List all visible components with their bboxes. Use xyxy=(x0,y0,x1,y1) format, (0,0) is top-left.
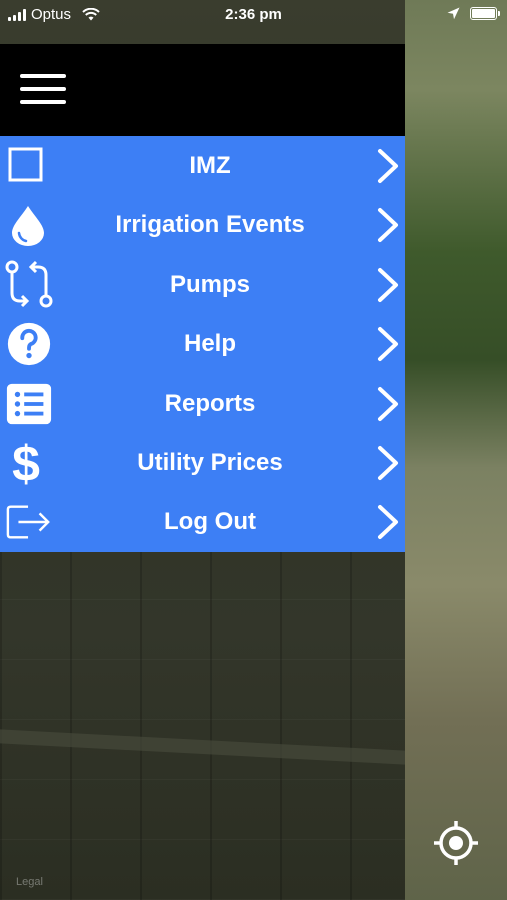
menu-item-label: Irrigation Events xyxy=(115,211,305,239)
drawer-header xyxy=(0,44,405,136)
menu-item-irrigation-events[interactable]: Irrigation Events xyxy=(0,195,405,254)
chevron-right-icon xyxy=(378,327,398,362)
chevron-right-icon xyxy=(378,208,398,243)
chevron-right-icon xyxy=(378,505,398,540)
drawer-menu: IMZ Irrigation Events Pumps Help Reports… xyxy=(0,136,405,552)
menu-item-label: Pumps xyxy=(169,270,250,298)
menu-item-label: Log Out xyxy=(164,508,256,536)
chevron-right-icon xyxy=(378,386,398,421)
location-arrow-icon xyxy=(447,7,460,20)
menu-item-help[interactable]: Help xyxy=(0,314,405,373)
menu-item-pumps[interactable]: Pumps xyxy=(0,255,405,314)
chevron-right-icon xyxy=(378,445,398,480)
menu-item-label: Help xyxy=(183,330,236,358)
chevron-right-icon xyxy=(378,267,398,302)
menu-item-reports[interactable]: Reports xyxy=(0,374,405,433)
menu-item-imz[interactable]: IMZ xyxy=(0,136,405,195)
navigation-drawer: IMZ Irrigation Events Pumps Help Reports… xyxy=(0,0,405,552)
map-fields xyxy=(0,552,405,900)
chevron-right-icon xyxy=(378,149,398,183)
map-legal-link[interactable]: Legal xyxy=(16,876,43,888)
hamburger-menu-button[interactable] xyxy=(20,72,66,106)
menu-item-utility-prices[interactable]: $ Utility Prices xyxy=(0,433,405,492)
crosshair-icon xyxy=(434,821,478,865)
menu-item-label: Reports xyxy=(164,389,256,417)
menu-item-log-out[interactable]: Log Out xyxy=(0,492,405,551)
map-visible-area[interactable] xyxy=(405,0,507,900)
battery-icon xyxy=(470,7,500,20)
menu-item-label: Utility Prices xyxy=(137,448,283,476)
menu-item-label: IMZ xyxy=(189,152,231,179)
status-right xyxy=(447,7,500,20)
locate-me-button[interactable] xyxy=(432,819,480,867)
